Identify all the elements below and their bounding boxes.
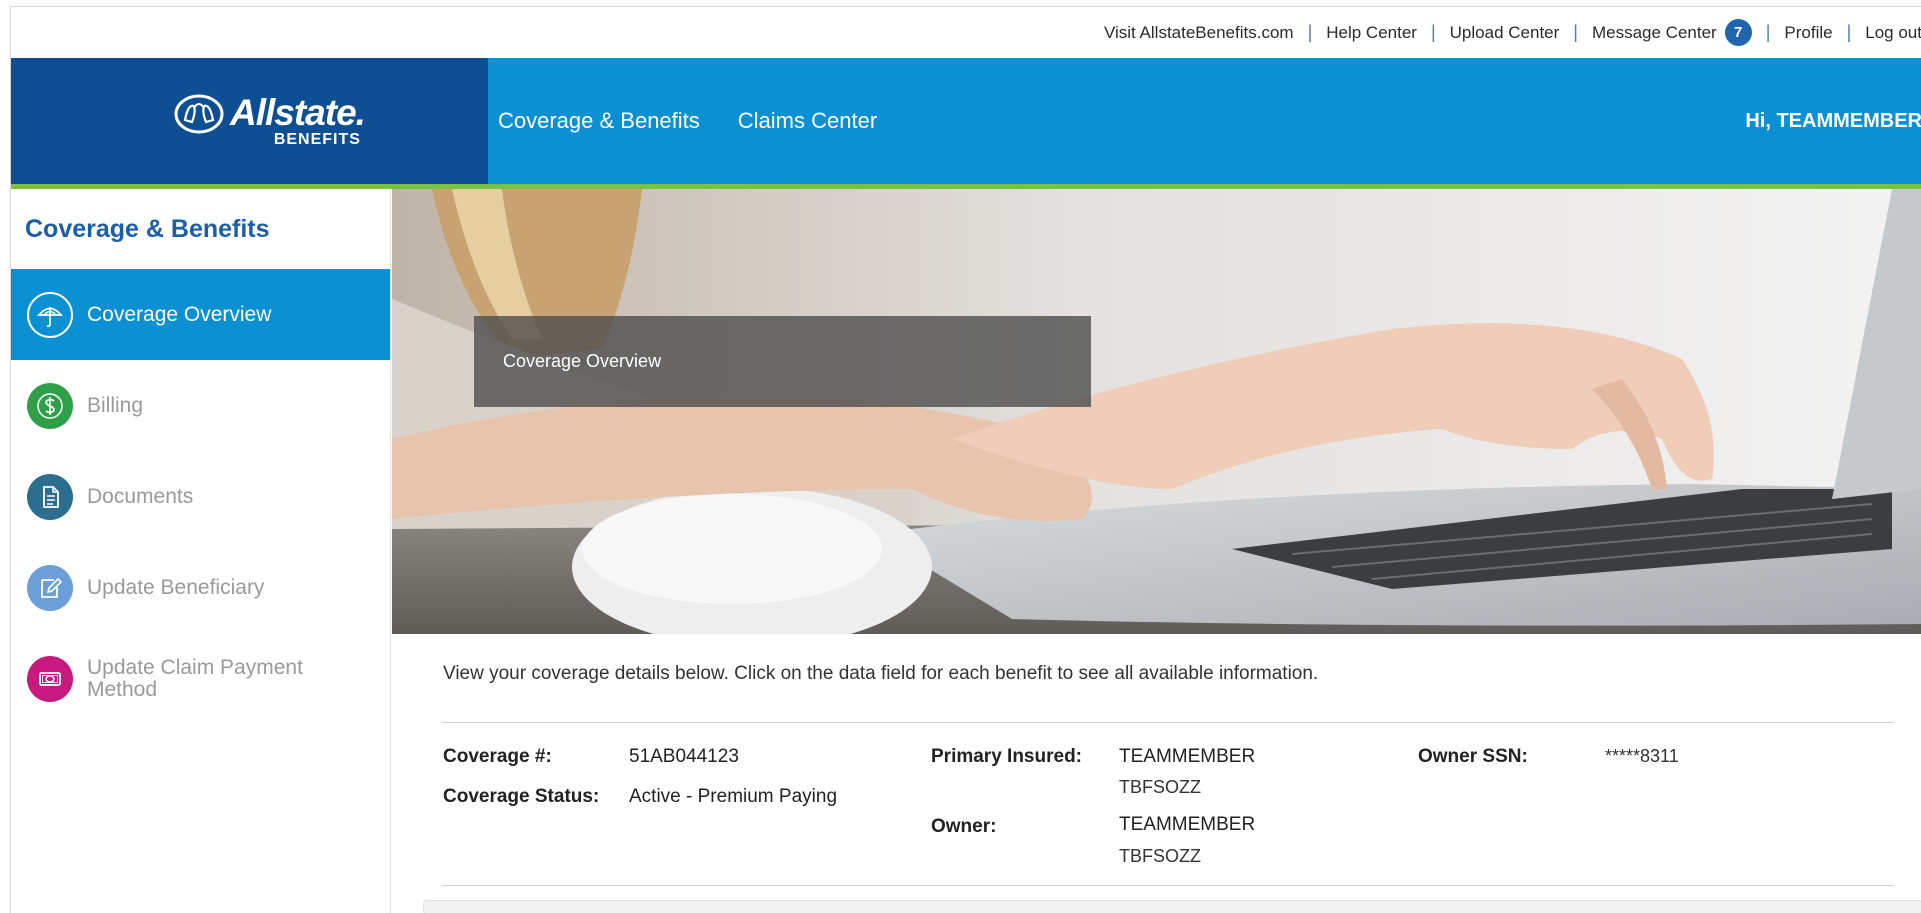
allstate-logo[interactable]: Allstate. BENEFITS <box>174 92 366 149</box>
sidebar-item-update-claim-payment[interactable]: Update Claim Payment Method <box>11 633 390 724</box>
sidebar-item-label: Documents <box>87 484 194 508</box>
document-icon <box>27 473 73 520</box>
sidebar-item-documents[interactable]: Documents <box>11 451 390 542</box>
hero-title-box: Coverage Overview <box>474 316 1091 407</box>
message-count-badge: 7 <box>1724 19 1752 46</box>
owner-first[interactable]: TEAMMEMBER <box>1119 814 1255 836</box>
hero-title: Coverage Overview <box>503 351 662 371</box>
allstate-hands-icon <box>174 94 224 134</box>
owner-ssn-label: Owner SSN: <box>1418 746 1528 767</box>
owner-label: Owner: <box>931 816 997 837</box>
owner-ssn-value[interactable]: *****8311 <box>1605 746 1679 767</box>
profile-link[interactable]: Profile <box>1784 23 1832 43</box>
nav-coverage-benefits[interactable]: Coverage & Benefits <box>498 108 700 134</box>
sidebar-item-update-beneficiary[interactable]: Update Beneficiary <box>11 542 390 633</box>
sidebar-item-coverage-overview[interactable]: Coverage Overview <box>11 269 390 360</box>
logout-link[interactable]: Log out <box>1865 23 1921 43</box>
main-nav: Coverage & Benefits Claims Center <box>498 58 915 184</box>
primary-insured-label: Primary Insured: <box>931 746 1082 767</box>
sidebar-item-billing[interactable]: Billing <box>11 360 390 451</box>
upload-center-link[interactable]: Upload Center <box>1450 23 1560 43</box>
benefit-panel-edge <box>423 900 1921 913</box>
utility-separator: | <box>1573 22 1578 42</box>
edit-icon <box>27 564 73 611</box>
nav-claims-center[interactable]: Claims Center <box>738 108 877 134</box>
divider <box>443 722 1893 723</box>
sidebar-title: Coverage & Benefits <box>25 214 270 243</box>
logo-text: Allstate. BENEFITS <box>230 92 366 149</box>
intro-text: View your coverage details below. Click … <box>443 663 1319 684</box>
main-header: Allstate. BENEFITS Coverage & Benefits C… <box>11 58 1921 184</box>
app-window: Visit AllstateBenefits.com | Help Center… <box>10 6 1921 913</box>
sidebar-item-label: Update Claim Payment Method <box>87 655 303 701</box>
message-center-label: Message Center <box>1591 22 1717 42</box>
umbrella-icon <box>27 291 73 338</box>
owner-last[interactable]: TBFSOZZ <box>1119 846 1201 867</box>
utility-separator: | <box>1846 22 1852 42</box>
logo-subtitle: BENEFITS <box>273 131 361 148</box>
message-center-link[interactable]: Message Center 7 <box>1592 19 1752 46</box>
logo-block: Allstate. BENEFITS <box>11 58 488 184</box>
hero-banner: Coverage Overview <box>392 189 1921 634</box>
dollar-icon <box>27 382 73 429</box>
coverage-number-value[interactable]: 51AB044123 <box>629 746 739 768</box>
utility-separator: | <box>1430 22 1436 42</box>
coverage-number-label: Coverage #: <box>443 746 552 767</box>
logo-wordmark: Allstate. <box>230 92 366 133</box>
coverage-status-label: Coverage Status: <box>443 786 600 807</box>
sidebar-item-label: Coverage Overview <box>87 302 272 326</box>
help-center-link[interactable]: Help Center <box>1326 23 1417 43</box>
visit-allstate-link[interactable]: Visit AllstateBenefits.com <box>1104 23 1294 43</box>
primary-insured-first[interactable]: TEAMMEMBER <box>1119 746 1255 768</box>
utility-bar: Visit AllstateBenefits.com | Help Center… <box>11 7 1921 58</box>
utility-separator: | <box>1765 22 1771 42</box>
user-greeting[interactable]: Hi, TEAMMEMBER <box>1745 58 1921 184</box>
money-icon <box>27 655 73 702</box>
primary-insured-last[interactable]: TBFSOZZ <box>1119 777 1201 798</box>
divider <box>443 885 1893 886</box>
utility-separator: | <box>1307 22 1313 42</box>
hero-photo <box>392 189 1921 634</box>
sidebar: Coverage & Benefits Coverage Overview Bi… <box>11 189 391 913</box>
sidebar-item-label: Update Beneficiary <box>87 575 265 599</box>
coverage-status-value[interactable]: Active - Premium Paying <box>629 786 837 808</box>
sidebar-item-label: Billing <box>87 393 144 417</box>
